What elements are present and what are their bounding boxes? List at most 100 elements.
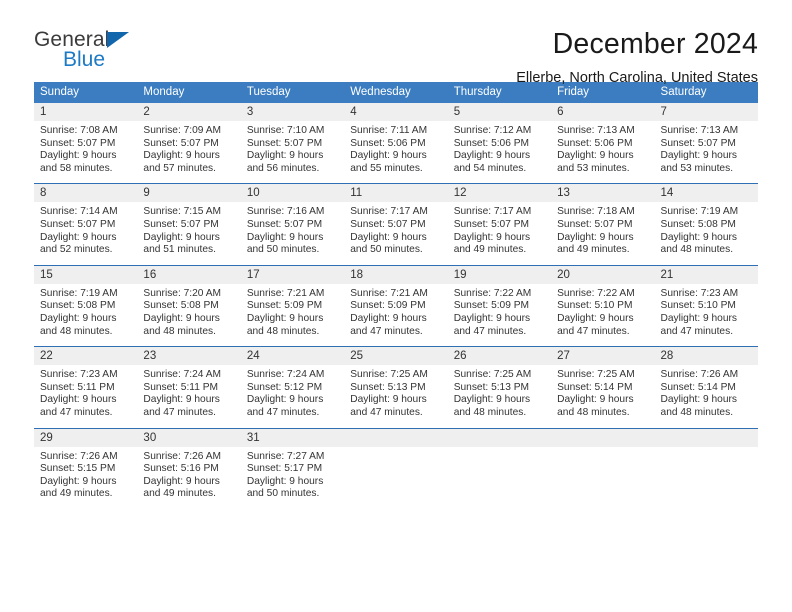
calendar-day-cell[interactable]: 26 Sunrise: 7:25 AM Sunset: 5:13 PM Dayligh… (447, 346, 552, 428)
sunset-text: Sunset: 5:16 PM (143, 463, 219, 475)
day-sun-info: Sunrise: 7:16 AM Sunset: 5:07 PM Daylight:… (241, 202, 344, 264)
sunset-text: Sunset: 5:11 PM (40, 381, 115, 393)
day-sun-info: Sunrise: 7:13 AM Sunset: 5:06 PM Daylight:… (551, 121, 654, 183)
calendar-day-cell[interactable]: 18 Sunrise: 7:21 AM Sunset: 5:09 PM Dayligh… (344, 264, 448, 347)
calendar-day-cell[interactable]: 5 Sunrise: 7:12 AM Sunset: 5:06 PM Daylight… (447, 103, 552, 184)
daylight-text-line2: and 47 minutes. (453, 325, 527, 337)
calendar-day-cell[interactable]: 12 Sunrise: 7:17 AM Sunset: 5:07 PM Dayligh… (447, 183, 552, 266)
calendar-day-cell[interactable]: 23 Sunrise: 7:24 AM Sunset: 5:11 PM Dayligh… (137, 346, 241, 428)
daylight-text-line2: and 49 minutes. (453, 244, 527, 256)
calendar-day-cell[interactable]: 30 Sunrise: 7:26 AM Sunset: 5:16 PM Dayligh… (137, 427, 241, 509)
day-number: 19 (447, 265, 552, 284)
sunset-text: Sunset: 5:07 PM (350, 218, 426, 230)
calendar-day-cell[interactable]: 4 Sunrise: 7:11 AM Sunset: 5:06 PM Daylight… (344, 103, 448, 184)
daylight-text-line2: and 47 minutes. (350, 325, 423, 337)
calendar-week-row: 22 Sunrise: 7:23 AM Sunset: 5:11 PM Dayligh… (34, 346, 758, 428)
calendar-day-cell[interactable]: 8 Sunrise: 7:14 AM Sunset: 5:07 PM Daylight… (34, 183, 138, 266)
day-sun-info: Sunrise: 7:22 AM Sunset: 5:10 PM Daylight:… (551, 284, 654, 346)
sunset-text: Sunset: 5:08 PM (40, 300, 116, 312)
calendar-day-cell[interactable]: 3 Sunrise: 7:10 AM Sunset: 5:07 PM Daylight… (240, 103, 345, 184)
daylight-text-line2: and 50 minutes. (350, 244, 423, 256)
calendar-day-cell[interactable]: 10 Sunrise: 7:16 AM Sunset: 5:07 PM Dayligh… (240, 183, 345, 266)
calendar-table: Sunday Monday Tuesday Wednesday Thursday… (34, 82, 758, 509)
day-number (447, 428, 552, 447)
calendar-day-cell[interactable]: 31 Sunrise: 7:27 AM Sunset: 5:17 PM Dayligh… (240, 427, 345, 509)
sunset-text: Sunset: 5:13 PM (453, 381, 530, 393)
calendar-day-cell[interactable]: 6 Sunrise: 7:13 AM Sunset: 5:06 PM Daylight… (551, 103, 655, 184)
sunset-text: Sunset: 5:06 PM (350, 137, 426, 149)
daylight-text-line1: Daylight: 9 hours (660, 394, 737, 406)
day-number: 1 (34, 103, 138, 121)
calendar-day-cell[interactable]: 14 Sunrise: 7:19 AM Sunset: 5:08 PM Dayligh… (654, 183, 758, 266)
daylight-text-line2: and 48 minutes. (660, 244, 734, 256)
title-block: December 2024 Ellerbe, North Carolina, U… (516, 26, 758, 88)
page-subtitle: Ellerbe, North Carolina, United States (516, 70, 758, 86)
calendar-day-cell[interactable]: 13 Sunrise: 7:18 AM Sunset: 5:07 PM Dayligh… (551, 183, 655, 266)
calendar-day-cell[interactable]: 11 Sunrise: 7:17 AM Sunset: 5:07 PM Dayligh… (344, 183, 448, 266)
day-sun-info: Sunrise: 7:10 AM Sunset: 5:07 PM Daylight:… (241, 121, 344, 183)
calendar-day-cell[interactable]: 9 Sunrise: 7:15 AM Sunset: 5:07 PM Daylight… (137, 183, 241, 266)
daylight-text-line2: and 48 minutes. (40, 325, 113, 337)
weekday-header-tuesday: Tuesday (240, 82, 345, 103)
calendar-week-row: 8 Sunrise: 7:14 AM Sunset: 5:07 PM Daylight… (34, 183, 758, 266)
calendar-day-cell[interactable]: 29 Sunrise: 7:26 AM Sunset: 5:15 PM Dayligh… (34, 427, 138, 509)
day-sun-info: Sunrise: 7:17 AM Sunset: 5:07 PM Daylight:… (344, 202, 447, 264)
sunrise-text: Sunrise: 7:16 AM (246, 206, 325, 218)
daylight-text-line1: Daylight: 9 hours (557, 231, 634, 243)
daylight-text-line2: and 50 minutes. (246, 244, 320, 256)
day-number: 25 (344, 347, 448, 366)
sunrise-text: Sunrise: 7:23 AM (40, 369, 118, 381)
day-number: 9 (137, 184, 241, 203)
daylight-text-line2: and 48 minutes. (557, 406, 630, 418)
day-sun-info: Sunrise: 7:24 AM Sunset: 5:12 PM Daylight:… (241, 365, 344, 427)
general-blue-logo: General Blue (34, 26, 224, 70)
page-title: December 2024 (552, 28, 758, 60)
calendar-day-cell[interactable]: 15 Sunrise: 7:19 AM Sunset: 5:08 PM Dayligh… (34, 264, 138, 347)
calendar-day-cell[interactable]: 22 Sunrise: 7:23 AM Sunset: 5:11 PM Dayligh… (34, 346, 138, 428)
calendar-day-cell[interactable]: 19 Sunrise: 7:22 AM Sunset: 5:09 PM Dayligh… (447, 264, 552, 347)
sunrise-text: Sunrise: 7:25 AM (453, 369, 532, 381)
sunset-text: Sunset: 5:09 PM (350, 300, 426, 312)
daylight-text-line2: and 58 minutes. (40, 162, 113, 174)
daylight-text-line1: Daylight: 9 hours (557, 312, 634, 324)
calendar-day-cell[interactable]: 7 Sunrise: 7:13 AM Sunset: 5:07 PM Daylight… (654, 103, 758, 184)
daylight-text-line2: and 50 minutes. (246, 488, 320, 500)
calendar-day-cell[interactable]: 16 Sunrise: 7:20 AM Sunset: 5:08 PM Dayligh… (137, 264, 241, 347)
calendar-day-cell[interactable]: 28 Sunrise: 7:26 AM Sunset: 5:14 PM Dayligh… (654, 346, 758, 428)
daylight-text-line1: Daylight: 9 hours (143, 394, 220, 406)
sunrise-text: Sunrise: 7:23 AM (660, 287, 739, 299)
daylight-text-line2: and 49 minutes. (557, 244, 630, 256)
sunset-text: Sunset: 5:12 PM (246, 381, 323, 393)
day-number: 17 (240, 265, 345, 284)
day-number: 5 (447, 103, 552, 121)
day-sun-info: Sunrise: 7:24 AM Sunset: 5:11 PM Daylight:… (137, 365, 240, 427)
sunset-text: Sunset: 5:13 PM (350, 381, 426, 393)
calendar-week-row: 29 Sunrise: 7:26 AM Sunset: 5:15 PM Dayligh… (34, 427, 758, 509)
daylight-text-line2: and 57 minutes. (143, 162, 216, 174)
day-sun-info: Sunrise: 7:26 AM Sunset: 5:15 PM Daylight:… (34, 447, 137, 509)
calendar-day-cell[interactable]: 17 Sunrise: 7:21 AM Sunset: 5:09 PM Dayligh… (240, 264, 345, 347)
calendar-cell-empty (447, 427, 552, 509)
sunset-text: Sunset: 5:15 PM (40, 463, 116, 475)
calendar-day-cell[interactable]: 2 Sunrise: 7:09 AM Sunset: 5:07 PM Daylight… (137, 103, 241, 184)
day-number: 28 (654, 347, 758, 366)
sunrise-text: Sunrise: 7:14 AM (40, 206, 118, 218)
calendar-day-cell[interactable]: 24 Sunrise: 7:24 AM Sunset: 5:12 PM Dayligh… (240, 346, 345, 428)
daylight-text-line1: Daylight: 9 hours (350, 231, 427, 243)
daylight-text-line1: Daylight: 9 hours (453, 150, 531, 162)
daylight-text-line1: Daylight: 9 hours (660, 231, 737, 243)
daylight-text-line1: Daylight: 9 hours (660, 312, 737, 324)
sunrise-text: Sunrise: 7:19 AM (40, 287, 118, 299)
sunset-text: Sunset: 5:14 PM (557, 381, 633, 393)
calendar-day-cell[interactable]: 20 Sunrise: 7:22 AM Sunset: 5:10 PM Dayligh… (551, 264, 655, 347)
day-sun-info: Sunrise: 7:14 AM Sunset: 5:07 PM Daylight:… (34, 202, 137, 264)
calendar-day-cell[interactable]: 21 Sunrise: 7:23 AM Sunset: 5:10 PM Dayligh… (654, 264, 758, 347)
calendar-day-cell[interactable]: 1 Sunrise: 7:08 AM Sunset: 5:07 PM Daylight… (34, 103, 138, 184)
day-number: 21 (654, 265, 758, 284)
day-number: 6 (551, 103, 655, 121)
daylight-text-line1: Daylight: 9 hours (40, 312, 117, 324)
day-sun-info: Sunrise: 7:26 AM Sunset: 5:16 PM Daylight:… (137, 447, 240, 509)
daylight-text-line2: and 48 minutes. (453, 406, 527, 418)
calendar-day-cell[interactable]: 25 Sunrise: 7:25 AM Sunset: 5:13 PM Dayligh… (344, 346, 448, 428)
calendar-day-cell[interactable]: 27 Sunrise: 7:25 AM Sunset: 5:14 PM Dayligh… (551, 346, 655, 428)
